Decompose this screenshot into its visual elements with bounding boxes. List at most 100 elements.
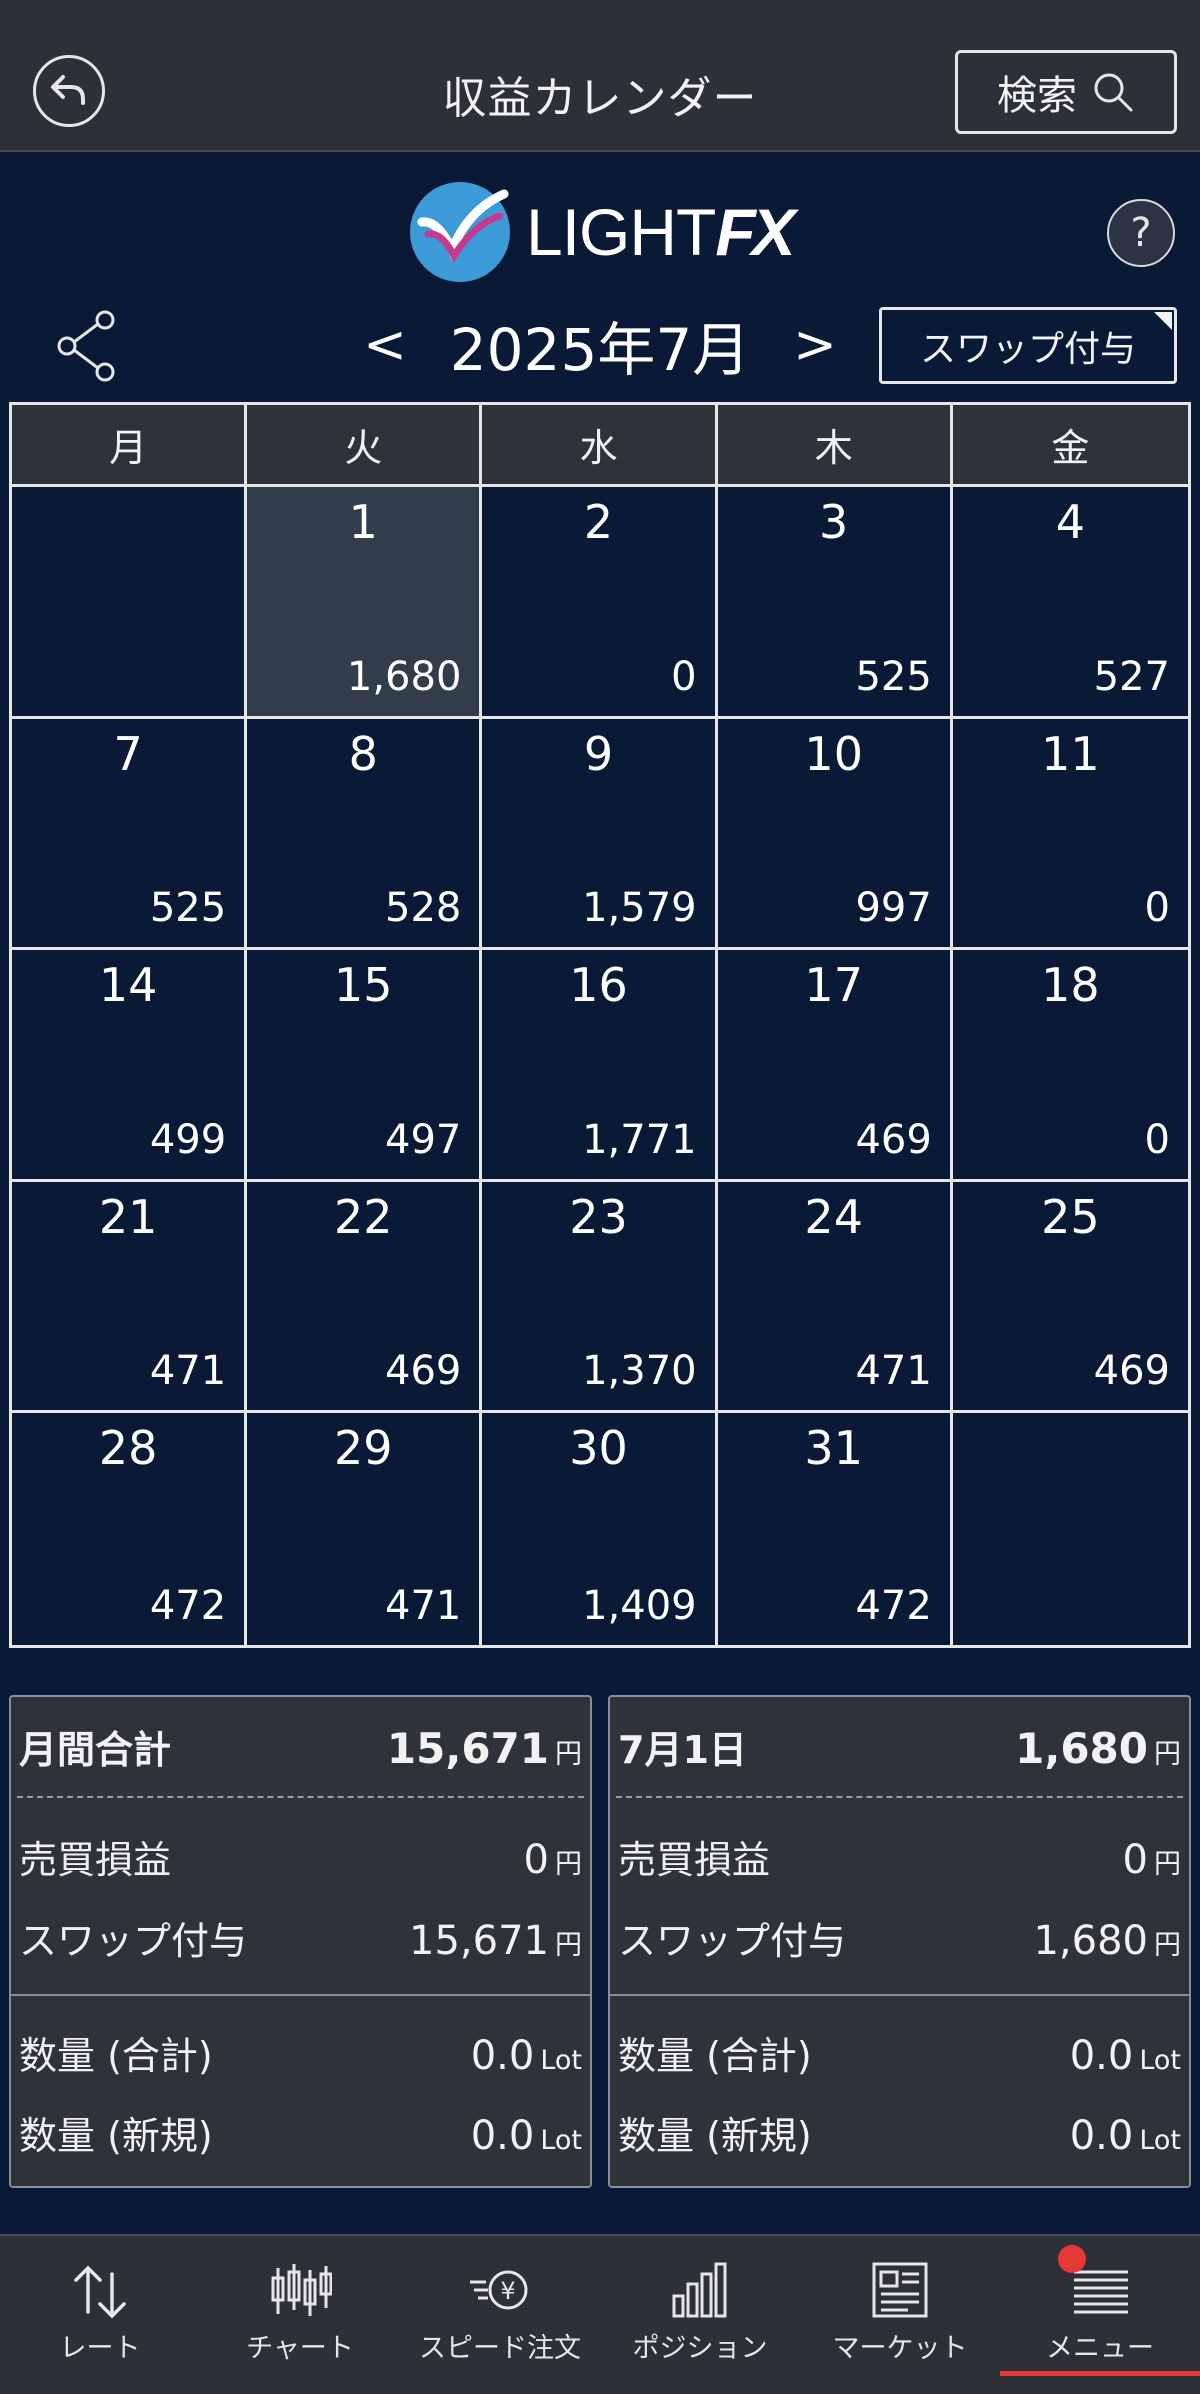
weekday-header: 金 <box>952 405 1188 487</box>
profit-calendar: 月 火 水 木 金 1 1,680 2 0 3 525 4 527 7 525 8 528 9 1,579… <box>9 402 1191 1648</box>
monthly-total-value: 15,671 <box>386 1724 549 1773</box>
day-profit-amount: 1,771 <box>582 1116 697 1163</box>
weekday-header: 月 <box>12 405 248 487</box>
next-month-button[interactable]: > <box>790 315 840 375</box>
newspaper-icon <box>872 2262 928 2318</box>
calendar-day-cell[interactable]: 29 471 <box>247 1413 483 1645</box>
nav-item-menu[interactable]: メニュー <box>1000 2236 1200 2394</box>
day-profit-amount: 471 <box>385 1583 462 1629</box>
qty-new-value: 0.0 <box>1069 2113 1134 2159</box>
calendar-day-cell[interactable]: 25 469 <box>952 1181 1188 1414</box>
nav-item-chart[interactable]: チャート <box>200 2236 400 2394</box>
dropdown-corner-icon <box>1154 312 1172 330</box>
calendar-day-cell[interactable]: 15 497 <box>247 950 483 1182</box>
day-profit-amount: 525 <box>149 885 227 932</box>
day-number: 30 <box>569 1421 628 1476</box>
notification-badge <box>1058 2245 1086 2273</box>
unit: Lot <box>1139 2125 1181 2156</box>
nav-item-market[interactable]: マーケット <box>800 2236 1000 2394</box>
lightfx-logo: LIGHTFX <box>408 180 796 284</box>
unit: Lot <box>1139 2045 1181 2076</box>
calendar-day-cell[interactable]: 7 525 <box>12 718 248 951</box>
calendar-day-cell[interactable]: 11 0 <box>952 718 1188 951</box>
day-summary-panel: 7月1日 1,680 円 売買損益 0円 スワップ付与 1,680 円 数量 (合計… <box>608 1695 1191 2188</box>
calendar-day-cell[interactable]: 21 471 <box>12 1181 248 1414</box>
nav-label: マーケット <box>832 2333 968 2364</box>
calendar-day-cell[interactable]: 31 472 <box>717 1413 953 1645</box>
day-number: 22 <box>334 1189 393 1244</box>
day-total-value: 1,680 <box>1015 1724 1148 1773</box>
qty-new-value: 0.0 <box>470 2113 535 2159</box>
calendar-day-cell[interactable]: 17 469 <box>717 950 953 1182</box>
unit: 円 <box>555 1930 582 1961</box>
calendar-day-cell[interactable]: 18 0 <box>952 950 1188 1182</box>
bar-chart-icon <box>672 2262 727 2318</box>
qty-total-label: 数量 (合計) <box>618 2034 812 2078</box>
calendar-day-cell[interactable]: 22 469 <box>247 1181 483 1414</box>
nav-label: ポジション <box>632 2333 768 2364</box>
weekday-header: 木 <box>717 405 953 487</box>
search-icon <box>1094 73 1133 112</box>
day-number: 24 <box>804 1189 863 1244</box>
day-number: 29 <box>334 1421 393 1476</box>
day-number: 3 <box>819 495 849 549</box>
day-profit-amount: 0 <box>1144 885 1170 932</box>
calendar-day-cell[interactable]: 9 1,579 <box>482 718 718 951</box>
calendar-day-cell[interactable]: 14 499 <box>12 950 248 1182</box>
day-profit-amount: 527 <box>1093 653 1170 700</box>
day-number: 9 <box>583 726 614 781</box>
day-number: 28 <box>98 1421 158 1476</box>
calendar-day-cell[interactable]: 16 1,771 <box>482 950 718 1182</box>
unit: 円 <box>555 1739 582 1770</box>
day-number: 25 <box>1041 1189 1100 1244</box>
calendar-day-cell[interactable]: 30 1,409 <box>482 1413 718 1645</box>
unit: 円 <box>1154 1739 1181 1770</box>
unit: 円 <box>1154 1930 1181 1961</box>
help-button[interactable]: ? <box>1107 199 1175 267</box>
search-button[interactable]: 検索 <box>955 50 1177 134</box>
nav-label: メニュー <box>1046 2333 1154 2364</box>
monthly-total-label: 月間合計 <box>19 1728 172 1772</box>
day-profit-amount: 497 <box>385 1116 462 1163</box>
nav-item-position[interactable]: ポジション <box>600 2236 800 2394</box>
calendar-day-cell[interactable]: 24 471 <box>717 1181 953 1414</box>
share-icon[interactable] <box>55 310 119 382</box>
calendar-day-cell[interactable]: 1 1,680 <box>247 487 483 719</box>
calendar-day-cell[interactable]: 8 528 <box>247 718 483 951</box>
day-profit-amount: 469 <box>385 1348 462 1395</box>
nav-item-rate[interactable]: レート <box>0 2236 200 2394</box>
logo-mark-icon <box>410 182 510 282</box>
logo-wordmark: LIGHTFX <box>526 195 796 269</box>
candlestick-icon <box>271 2264 332 2316</box>
nav-item-speed-order[interactable]: ¥ スピード注文 <box>400 2236 600 2394</box>
day-profit-amount: 1,680 <box>346 653 462 700</box>
calendar-day-cell[interactable]: 4 527 <box>952 487 1188 719</box>
unit: Lot <box>540 2045 582 2076</box>
bottom-nav: レート チャート ¥ スピード注文 ポジション マーケット メニュー <box>0 2234 1200 2394</box>
prev-month-button[interactable]: < <box>360 315 410 375</box>
day-profit-amount: 471 <box>855 1348 932 1395</box>
day-number: 8 <box>348 726 378 781</box>
day-number: 15 <box>334 958 393 1013</box>
speed-order-yen-icon: ¥ <box>470 2270 528 2310</box>
divider <box>17 1796 584 1798</box>
calendar-day-cell[interactable]: 20 <box>482 487 718 719</box>
swap-filter-button[interactable]: スワップ付与 <box>879 307 1177 384</box>
day-number: 17 <box>804 958 863 1013</box>
calendar-day-cell[interactable]: 3 525 <box>717 487 953 719</box>
trade-pl-label: 売買損益 <box>618 1838 771 1882</box>
nav-label: チャート <box>246 2333 354 2364</box>
active-tab-indicator <box>1000 2371 1200 2376</box>
divider <box>616 1796 1183 1798</box>
swap-label: スワップ付与 <box>19 1919 248 1963</box>
calendar-day-cell[interactable]: 10 997 <box>717 718 953 951</box>
calendar-empty-cell <box>12 487 248 719</box>
calendar-day-cell[interactable]: 23 1,370 <box>482 1181 718 1414</box>
day-profit-amount: 0 <box>1144 1116 1170 1163</box>
day-number: 31 <box>804 1421 863 1476</box>
trade-pl-label: 売買損益 <box>19 1838 172 1882</box>
divider <box>610 1994 1189 1996</box>
day-profit-amount: 471 <box>149 1348 227 1395</box>
calendar-day-cell[interactable]: 28 472 <box>12 1413 248 1645</box>
qty-new-label: 数量 (新規) <box>618 2114 812 2158</box>
